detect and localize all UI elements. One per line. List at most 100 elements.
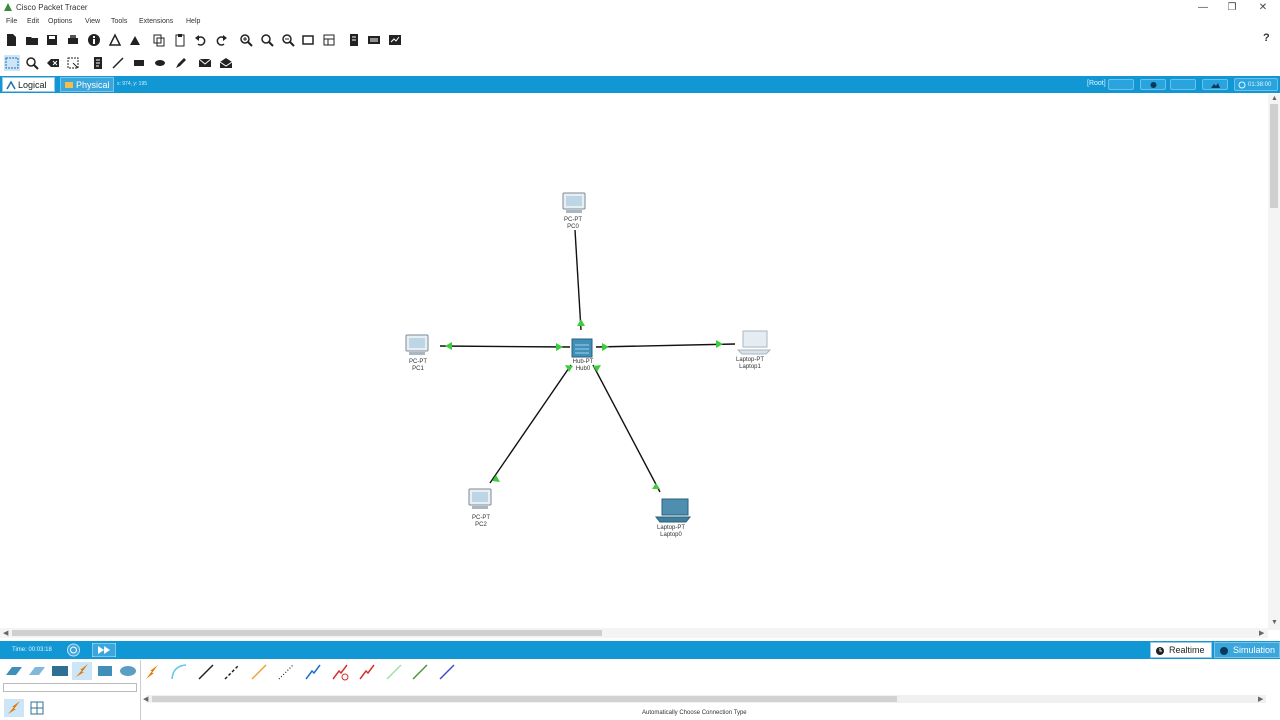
auto-connection-icon[interactable] — [142, 662, 162, 682]
octal-cable-icon[interactable] — [384, 662, 404, 682]
zoom-out-icon[interactable] — [281, 33, 295, 47]
select-tool-icon[interactable] — [4, 55, 20, 71]
tab-logical[interactable]: Logical — [2, 77, 55, 92]
fast-forward-icon[interactable] — [92, 643, 116, 657]
menu-file[interactable]: File — [6, 18, 17, 25]
device-name-laptop0: Laptop0 — [660, 532, 682, 538]
tab-simulation[interactable]: Simulation — [1214, 642, 1280, 658]
device-name-laptop1: Laptop1 — [739, 364, 761, 370]
device-name-pc0: PC0 — [567, 224, 579, 230]
inspect-icon[interactable] — [25, 56, 39, 70]
logical-workspace[interactable] — [0, 94, 1268, 628]
add-complex-pdu-icon[interactable] — [219, 56, 233, 70]
iot-custom-cable-icon[interactable] — [410, 662, 430, 682]
new-file-icon[interactable] — [4, 33, 18, 47]
horizontal-scroll-thumb[interactable] — [12, 630, 602, 636]
device-type-filter[interactable] — [3, 683, 137, 692]
redo-icon[interactable] — [214, 33, 228, 47]
draw-line-icon[interactable] — [111, 56, 125, 70]
device-type-panel — [0, 660, 1280, 720]
delete-icon[interactable] — [46, 56, 60, 70]
network-wizard-icon[interactable] — [108, 33, 122, 47]
root-breadcrumb[interactable]: [Root] — [1087, 80, 1106, 87]
menu-options[interactable]: Options — [48, 18, 72, 25]
connections-category-icon[interactable] — [4, 699, 24, 717]
cursor-coordinates: x: 974, y: 195 — [117, 81, 148, 87]
menu-view[interactable]: View — [85, 18, 100, 25]
place-note-icon[interactable] — [91, 56, 105, 70]
menu-edit[interactable]: Edit — [27, 18, 39, 25]
structured-cabling-icon[interactable] — [30, 701, 44, 715]
resize-shape-icon[interactable] — [66, 56, 80, 70]
freeform-icon[interactable] — [173, 56, 187, 70]
device-scroll-left-icon[interactable]: ◀ — [143, 695, 148, 703]
device-label-pc2: PC-PT PC2 — [461, 515, 501, 529]
connections-icon[interactable] — [72, 662, 92, 680]
power-cycle-icon[interactable] — [66, 643, 81, 657]
vertical-scroll-thumb[interactable] — [1270, 104, 1278, 208]
draw-rectangle-icon[interactable] — [132, 56, 146, 70]
clock-icon — [1238, 81, 1246, 89]
tab-logical-label: Logical — [18, 80, 47, 90]
draw-ellipse-icon[interactable] — [153, 56, 167, 70]
undo-icon[interactable] — [194, 33, 208, 47]
console-cable-icon[interactable] — [169, 662, 189, 682]
paste-icon[interactable] — [173, 33, 187, 47]
user-profile-icon[interactable] — [128, 33, 142, 47]
move-object-button[interactable] — [1170, 79, 1196, 90]
fiber-cable-icon[interactable] — [249, 662, 269, 682]
network-devices-icon[interactable] — [4, 663, 24, 679]
tab-simulation-label: Simulation — [1233, 645, 1276, 655]
device-scroll-right-icon[interactable]: ▶ — [1258, 695, 1263, 703]
notes-icon[interactable] — [347, 33, 361, 47]
set-tiled-background-button[interactable] — [1202, 79, 1228, 90]
connection-type-status: Automatically Choose Connection Type — [642, 710, 747, 716]
device-label-pc1: PC-PT PC1 — [398, 359, 438, 373]
phone-cable-icon[interactable] — [276, 662, 296, 682]
scroll-left-icon[interactable]: ◀ — [3, 629, 8, 637]
drawing-palette-icon[interactable] — [301, 33, 315, 47]
info-icon[interactable] — [87, 33, 101, 47]
end-devices-icon[interactable] — [27, 663, 47, 679]
usb-cable-icon[interactable] — [437, 662, 457, 682]
serial-dce-icon[interactable] — [330, 662, 350, 682]
help-icon[interactable]: ? — [1263, 32, 1270, 44]
copper-cross-over-icon[interactable] — [222, 662, 242, 682]
pdu-list-icon[interactable] — [367, 33, 381, 47]
close-button[interactable]: ✕ — [1252, 0, 1274, 16]
tools-toolbar — [0, 53, 1280, 73]
add-simple-pdu-icon[interactable] — [198, 56, 212, 70]
device-name-hub0: Hub0 — [575, 366, 591, 372]
zoom-in-icon[interactable] — [239, 33, 253, 47]
viewport-button[interactable] — [1140, 79, 1166, 90]
scroll-down-icon[interactable]: ▼ — [1271, 619, 1278, 626]
save-icon[interactable] — [45, 33, 59, 47]
maximize-button[interactable]: ❐ — [1221, 0, 1243, 16]
copy-icon[interactable] — [152, 33, 166, 47]
custom-devices-icon[interactable] — [322, 33, 336, 47]
serial-dte-icon[interactable] — [357, 662, 377, 682]
menu-help[interactable]: Help — [186, 18, 200, 25]
minimize-button[interactable]: — — [1192, 0, 1214, 16]
coaxial-cable-icon[interactable] — [303, 662, 323, 682]
multiuser-connection-icon[interactable] — [118, 663, 138, 679]
copper-straight-through-icon[interactable] — [196, 662, 216, 682]
menu-extensions[interactable]: Extensions — [139, 18, 173, 25]
scroll-up-icon[interactable]: ▲ — [1271, 95, 1278, 102]
print-icon[interactable] — [66, 33, 80, 47]
realtime-clock-icon — [1156, 647, 1164, 655]
activity-wizard-icon[interactable] — [388, 33, 402, 47]
device-type-laptop0: Laptop-PT — [656, 525, 686, 531]
scroll-right-icon[interactable]: ▶ — [1259, 629, 1264, 637]
components-icon[interactable] — [50, 663, 70, 679]
tab-realtime[interactable]: Realtime — [1150, 642, 1212, 658]
zoom-reset-icon[interactable] — [260, 33, 274, 47]
open-folder-icon[interactable] — [25, 33, 39, 47]
logical-view-icon — [6, 80, 16, 90]
menu-tools[interactable]: Tools — [111, 18, 127, 25]
tab-physical[interactable]: Physical — [60, 77, 114, 92]
new-cluster-button[interactable] — [1108, 79, 1134, 90]
miscellaneous-icon[interactable] — [96, 663, 114, 679]
device-list-scroll-thumb[interactable] — [152, 696, 897, 702]
clock-display: 01:38:00 — [1234, 78, 1278, 91]
